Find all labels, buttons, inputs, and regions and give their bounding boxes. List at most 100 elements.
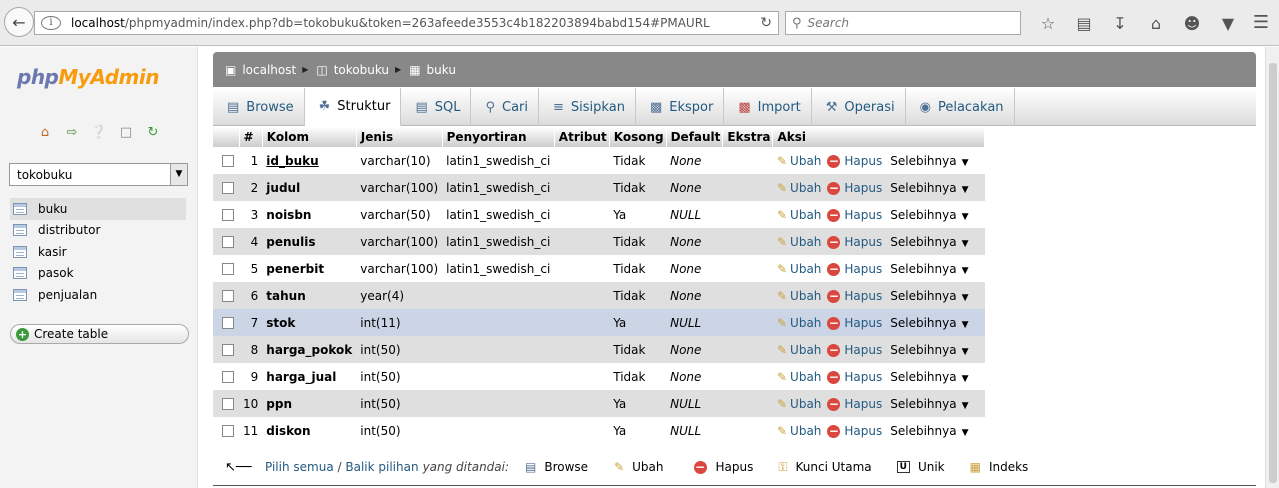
database-select[interactable]: tokobuku ▼ xyxy=(9,163,188,186)
tree-item-distributor[interactable]: distributor xyxy=(10,220,186,242)
row-checkbox[interactable] xyxy=(213,390,239,417)
pocket-icon[interactable]: ▼ xyxy=(1210,14,1246,33)
tab-pelacakan[interactable]: ◉ Pelacakan xyxy=(906,88,1015,126)
more-dropdown[interactable]: Selebihnya ▼ xyxy=(890,181,968,195)
tree-label[interactable]: kasir xyxy=(38,245,67,259)
bulk-browse-button[interactable]: ▤ Browse xyxy=(525,460,588,474)
change-link[interactable]: ✎ Ubah xyxy=(777,289,821,303)
more-dropdown[interactable]: Selebihnya ▼ xyxy=(890,424,968,438)
row-checkbox[interactable] xyxy=(213,201,239,228)
tree-label[interactable]: penjualan xyxy=(38,288,97,302)
back-button[interactable]: ← xyxy=(4,7,34,37)
column-name[interactable]: id_buku xyxy=(262,147,357,174)
bulk-unique-button[interactable]: U Unik xyxy=(896,460,945,474)
logout-icon[interactable]: ⇨ xyxy=(63,125,81,141)
row-checkbox[interactable] xyxy=(213,417,239,444)
change-link[interactable]: ✎ Ubah xyxy=(777,424,821,438)
drop-link[interactable]: − Hapus xyxy=(821,235,882,249)
smiley-icon[interactable]: ☻ xyxy=(1174,14,1210,33)
tab-struktur[interactable]: ☘ Struktur xyxy=(304,88,402,126)
table-row[interactable]: 4 penulis varchar(100) latin1_swedish_ci Tid… xyxy=(213,228,985,255)
row-checkbox[interactable] xyxy=(213,228,239,255)
tree-item-buku[interactable]: buku xyxy=(10,198,186,220)
drop-link[interactable]: − Hapus xyxy=(821,154,882,168)
row-checkbox[interactable] xyxy=(213,174,239,201)
header-ekstra[interactable]: Ekstra xyxy=(722,127,774,147)
more-dropdown[interactable]: Selebihnya ▼ xyxy=(890,154,968,168)
row-checkbox[interactable] xyxy=(213,255,239,282)
tab-cari[interactable]: ⚲ Cari xyxy=(471,88,540,126)
bulk-ubah-button[interactable]: ✎ Ubah xyxy=(614,460,663,474)
breadcrumb-table[interactable]: ▦ buku xyxy=(409,63,456,77)
row-checkbox[interactable] xyxy=(213,282,239,309)
tree-item-pasok[interactable]: pasok xyxy=(10,263,186,285)
table-row[interactable]: 2 judul varchar(100) latin1_swedish_ci Tidak… xyxy=(213,174,985,201)
more-dropdown[interactable]: Selebihnya ▼ xyxy=(890,370,968,384)
drop-link[interactable]: − Hapus xyxy=(821,424,882,438)
more-dropdown[interactable]: Selebihnya ▼ xyxy=(890,262,968,276)
tree-label[interactable]: buku xyxy=(38,202,67,216)
more-dropdown[interactable]: Selebihnya ▼ xyxy=(890,316,968,330)
table-row[interactable]: 6 tahun year(4) Tidak None ✎ Ubah − Hapus Selebih… xyxy=(213,282,985,309)
breadcrumb-server[interactable]: ▣ localhost xyxy=(225,63,296,77)
header-jenis[interactable]: Jenis xyxy=(356,127,443,147)
site-info-icon[interactable]: i xyxy=(41,16,61,30)
change-link[interactable]: ✎ Ubah xyxy=(777,262,821,276)
drop-link[interactable]: − Hapus xyxy=(821,208,882,222)
phpmyadmin-logo[interactable]: phpMyAdmin xyxy=(17,65,159,89)
more-dropdown[interactable]: Selebihnya ▼ xyxy=(890,235,968,249)
url-text[interactable]: localhost/phpmyadmin/index.php?db=tokobu… xyxy=(71,16,711,30)
hamburger-menu-icon[interactable]: ☰ xyxy=(1253,12,1269,33)
more-dropdown[interactable]: Selebihnya ▼ xyxy=(890,208,968,222)
drop-link[interactable]: − Hapus xyxy=(821,343,882,357)
header-atribut[interactable]: Atribut xyxy=(554,127,610,147)
breadcrumb-database[interactable]: ◫ tokobuku xyxy=(316,63,389,77)
drop-link[interactable]: − Hapus xyxy=(821,181,882,195)
reload-icon[interactable]: ↻ xyxy=(760,15,772,31)
row-checkbox[interactable] xyxy=(213,147,239,174)
change-link[interactable]: ✎ Ubah xyxy=(777,235,821,249)
drop-link[interactable]: − Hapus xyxy=(821,370,882,384)
header-penyortiran[interactable]: Penyortiran xyxy=(442,127,555,147)
change-link[interactable]: ✎ Ubah xyxy=(777,208,821,222)
tab-sql[interactable]: ▤ SQL xyxy=(401,88,472,126)
create-table-button[interactable]: + Create table xyxy=(10,324,189,344)
tree-item-penjualan[interactable]: penjualan xyxy=(10,284,186,306)
more-dropdown[interactable]: Selebihnya ▼ xyxy=(890,289,968,303)
tab-operasi[interactable]: ⚒ Operasi xyxy=(812,88,906,126)
tree-label[interactable]: pasok xyxy=(38,266,74,280)
address-bar[interactable]: i localhost/phpmyadmin/index.php?db=toko… xyxy=(34,11,779,35)
tab-import[interactable]: ▩ Import xyxy=(724,88,812,126)
change-link[interactable]: ✎ Ubah xyxy=(777,181,821,195)
row-checkbox[interactable] xyxy=(213,336,239,363)
tab-sisipkan[interactable]: ≡ Sisipkan xyxy=(539,88,636,126)
bulk-index-button[interactable]: ▦ Indeks xyxy=(970,460,1029,474)
row-checkbox[interactable] xyxy=(213,363,239,390)
home-icon[interactable]: ⌂ xyxy=(1138,14,1174,33)
search-input[interactable]: ⚲ Search xyxy=(785,11,1021,35)
table-row[interactable]: 7 stok int(11) Ya NULL ✎ Ubah − Hapus Selebihnya ▼ xyxy=(213,309,985,336)
drop-link[interactable]: − Hapus xyxy=(821,397,882,411)
header-kosong[interactable]: Kosong xyxy=(609,127,667,147)
docs-icon[interactable]: □ xyxy=(117,125,135,141)
home-icon[interactable]: ⌂ xyxy=(36,125,54,141)
check-all-link[interactable]: Pilih semua xyxy=(265,460,334,474)
header-kolom[interactable]: Kolom xyxy=(262,127,357,147)
header-default[interactable]: Default xyxy=(666,127,724,147)
bulk-hapus-button[interactable]: − Hapus xyxy=(693,460,753,474)
change-link[interactable]: ✎ Ubah xyxy=(777,154,821,168)
table-row[interactable]: 5 penerbit varchar(100) latin1_swedish_ci Ti… xyxy=(213,255,985,282)
invert-selection-link[interactable]: Balik pilihan xyxy=(345,460,418,474)
change-link[interactable]: ✎ Ubah xyxy=(777,343,821,357)
scrollbar-thumb[interactable] xyxy=(1269,63,1277,483)
row-checkbox[interactable] xyxy=(213,309,239,336)
tab-browse[interactable]: ▤ Browse xyxy=(213,88,305,126)
change-link[interactable]: ✎ Ubah xyxy=(777,397,821,411)
chevron-down-icon[interactable]: ▼ xyxy=(170,164,187,185)
help-icon[interactable]: ❔ xyxy=(90,125,108,141)
more-dropdown[interactable]: Selebihnya ▼ xyxy=(890,397,968,411)
page-scrollbar[interactable] xyxy=(1265,47,1279,488)
refresh-icon[interactable]: ↻ xyxy=(144,125,162,141)
change-link[interactable]: ✎ Ubah xyxy=(777,370,821,384)
bulk-primary-key-button[interactable]: ⚿ Kunci Utama xyxy=(778,460,871,475)
